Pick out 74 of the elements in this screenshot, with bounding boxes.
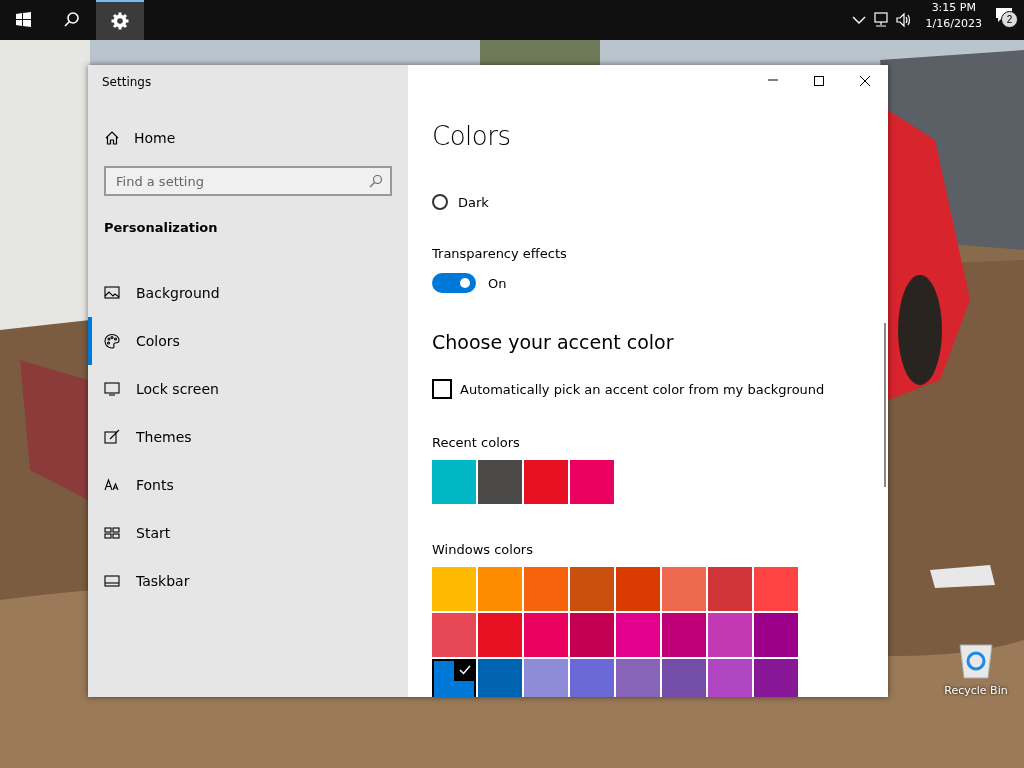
window-title: Settings	[102, 75, 153, 89]
color-swatch[interactable]	[616, 567, 660, 611]
settings-app-button[interactable]	[96, 0, 144, 40]
home-icon	[104, 130, 120, 146]
sidebar-item[interactable]: Background	[88, 269, 392, 317]
color-swatch[interactable]	[524, 460, 568, 504]
radio-button[interactable]	[432, 194, 448, 210]
color-swatch[interactable]	[570, 460, 614, 504]
desktop-shortcut[interactable]: Recycle Bin	[940, 640, 1012, 697]
color-swatch[interactable]	[708, 659, 752, 697]
color-swatch[interactable]	[662, 613, 706, 657]
color-swatch[interactable]	[616, 613, 660, 657]
checkmark-icon	[459, 664, 471, 676]
color-swatch[interactable]	[478, 567, 522, 611]
checkbox-label: Automatically pick an accent color from my background	[460, 381, 825, 397]
landscape-icon	[104, 285, 120, 301]
gear-icon	[111, 12, 129, 30]
color-swatch[interactable]	[570, 613, 614, 657]
color-swatch[interactable]	[478, 659, 522, 697]
maximize-icon	[813, 75, 825, 87]
color-swatch[interactable]	[754, 659, 798, 697]
color-swatch[interactable]	[432, 659, 476, 697]
color-swatch[interactable]	[708, 613, 752, 657]
sidebar-item[interactable]: Lock screen	[88, 365, 392, 413]
color-swatch[interactable]	[478, 460, 522, 504]
search-field[interactable]: Find a setting	[104, 166, 392, 196]
color-swatch[interactable]	[708, 567, 752, 611]
page-title: Colors	[432, 121, 512, 151]
windows-logo-icon	[15, 11, 33, 29]
color-swatch[interactable]	[478, 613, 522, 657]
color-swatch[interactable]	[754, 613, 798, 657]
sidebar-item[interactable]: Taskbar	[88, 557, 392, 605]
toggle-switch[interactable]	[432, 273, 476, 293]
search-icon	[63, 11, 81, 29]
color-swatch[interactable]	[662, 659, 706, 697]
color-swatch[interactable]	[432, 613, 476, 657]
monitor-icon	[104, 381, 120, 397]
setting-label: Windows colors	[432, 542, 534, 557]
toggle-state: On	[488, 275, 507, 291]
notification-count: 2	[1001, 11, 1018, 28]
color-swatch[interactable]	[432, 460, 476, 504]
clock[interactable]: 3:15 PM 1/16/2023	[917, 0, 990, 40]
sidebar-item[interactable]: Fonts	[88, 461, 392, 509]
palette-icon	[104, 333, 120, 349]
checkbox[interactable]	[432, 379, 452, 399]
tiles-icon	[104, 525, 120, 541]
network-icon[interactable]	[871, 12, 890, 28]
color-swatch[interactable]	[570, 567, 614, 611]
home-link[interactable]: Home	[104, 130, 176, 146]
radio-option[interactable]: Dark	[432, 194, 489, 210]
section-heading: Personalization	[104, 220, 219, 235]
sidebar-item[interactable]: Colors	[88, 317, 392, 365]
color-swatch[interactable]	[754, 567, 798, 611]
setting-label: Transparency effects	[432, 246, 568, 261]
color-swatch[interactable]	[616, 659, 660, 697]
scrollbar[interactable]	[884, 323, 886, 487]
color-swatch[interactable]	[570, 659, 614, 697]
chevron-icon[interactable]	[851, 15, 866, 25]
speaker-icon[interactable]	[895, 12, 912, 28]
color-swatch[interactable]	[432, 567, 476, 611]
pen-on-canvas-icon	[104, 429, 120, 445]
section-heading: Choose your accent color	[432, 331, 675, 353]
color-swatch[interactable]	[524, 567, 568, 611]
sidebar-item[interactable]: Start	[88, 509, 392, 557]
color-swatch[interactable]	[662, 567, 706, 611]
setting-label: Recent colors	[432, 435, 521, 450]
font-icon	[104, 477, 120, 493]
search-icon	[369, 174, 383, 188]
taskbar-icon	[104, 573, 120, 589]
close-icon	[859, 75, 871, 87]
color-swatch[interactable]	[524, 659, 568, 697]
notification-button[interactable]: 2	[990, 0, 1018, 30]
sidebar-item[interactable]: Themes	[88, 413, 392, 461]
color-swatch[interactable]	[524, 613, 568, 657]
